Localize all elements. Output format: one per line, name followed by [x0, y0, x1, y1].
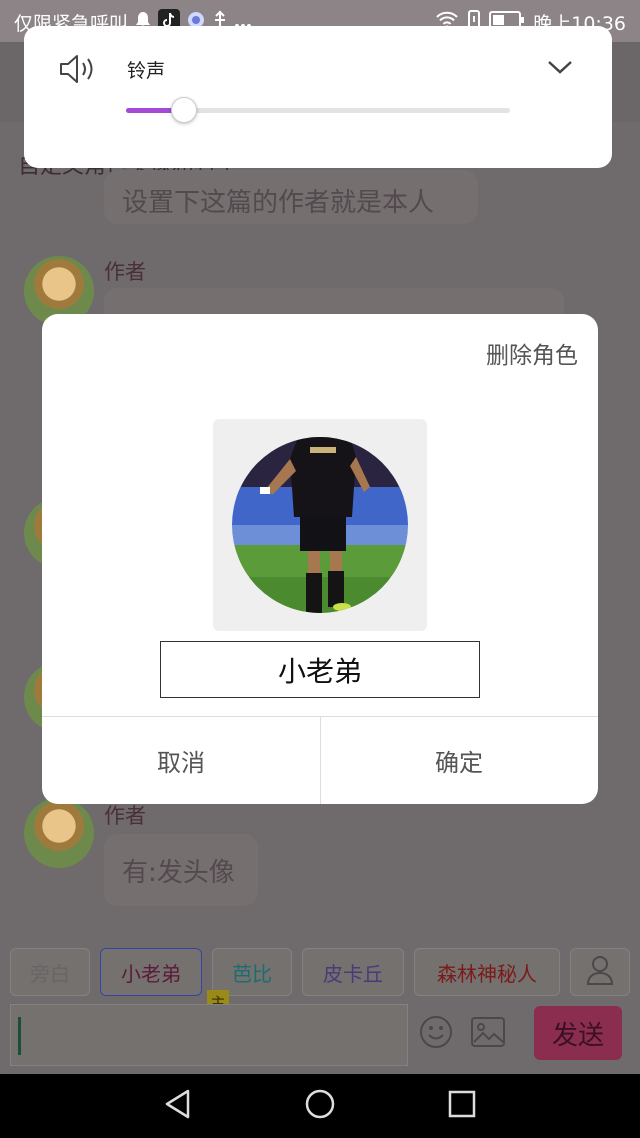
- author-label: 作者: [104, 260, 146, 284]
- bubble-text: 有:发头像: [122, 857, 235, 888]
- input-row: 发送: [0, 1002, 640, 1074]
- image-button[interactable]: [470, 1016, 506, 1052]
- profile-button[interactable]: [570, 948, 630, 996]
- role-label: 小老弟: [121, 961, 181, 986]
- person-icon: [586, 955, 614, 989]
- image-icon: [471, 1017, 505, 1051]
- recents-square-icon: [448, 1090, 476, 1122]
- edit-role-dialog: 删除角色 取消 确定: [42, 314, 598, 804]
- role-chip-barbie[interactable]: 芭比: [212, 948, 292, 996]
- role-label: 森林神秘人: [437, 961, 537, 986]
- football-player-avatar: [232, 437, 408, 613]
- back-button[interactable]: [160, 1088, 196, 1124]
- role-chip-pikachu[interactable]: 皮卡丘: [302, 948, 404, 996]
- role-bar: 旁白 小老弟 芭比 皮卡丘 森林神秘人: [0, 942, 640, 1002]
- chat-bubble: 设置下这篇的作者就是本人: [104, 170, 478, 224]
- home-circle-icon: [304, 1088, 336, 1124]
- bubble-text: 设置下这篇的作者就是本人: [122, 188, 435, 218]
- message-input[interactable]: [10, 1004, 408, 1066]
- text-caret: [18, 1017, 21, 1055]
- chevron-down-icon[interactable]: [546, 56, 574, 78]
- author-avatar[interactable]: [24, 798, 94, 868]
- role-label: 旁白: [30, 961, 70, 986]
- volume-slider-thumb[interactable]: [170, 97, 197, 123]
- role-chip-forest-mystery[interactable]: 森林神秘人: [414, 948, 560, 996]
- speaker-icon[interactable]: [58, 52, 98, 86]
- author-label: 作者: [104, 804, 146, 828]
- role-chip-xiaolaodi[interactable]: 小老弟: [100, 948, 202, 996]
- chat-bubble: 有:发头像: [104, 834, 258, 906]
- back-triangle-icon: [163, 1088, 193, 1124]
- smiley-icon: [419, 1015, 453, 1053]
- role-label: 皮卡丘: [323, 961, 383, 986]
- volume-slider[interactable]: [126, 97, 510, 123]
- recents-button[interactable]: [444, 1088, 480, 1124]
- volume-panel: 铃声: [24, 26, 612, 168]
- role-label: 芭比: [232, 961, 272, 986]
- confirm-button[interactable]: 确定: [320, 717, 598, 804]
- role-chip-narrator[interactable]: 旁白: [10, 948, 90, 996]
- home-button[interactable]: [302, 1088, 338, 1124]
- volume-label: 铃声: [127, 60, 166, 82]
- send-button[interactable]: 发送: [534, 1006, 622, 1060]
- emoji-button[interactable]: [418, 1016, 454, 1052]
- nav-bar: [0, 1074, 640, 1138]
- role-name-input[interactable]: [160, 641, 480, 698]
- cancel-button[interactable]: 取消: [42, 717, 320, 804]
- avatar-picker[interactable]: [213, 419, 427, 631]
- delete-role-button[interactable]: 删除角色: [486, 336, 578, 370]
